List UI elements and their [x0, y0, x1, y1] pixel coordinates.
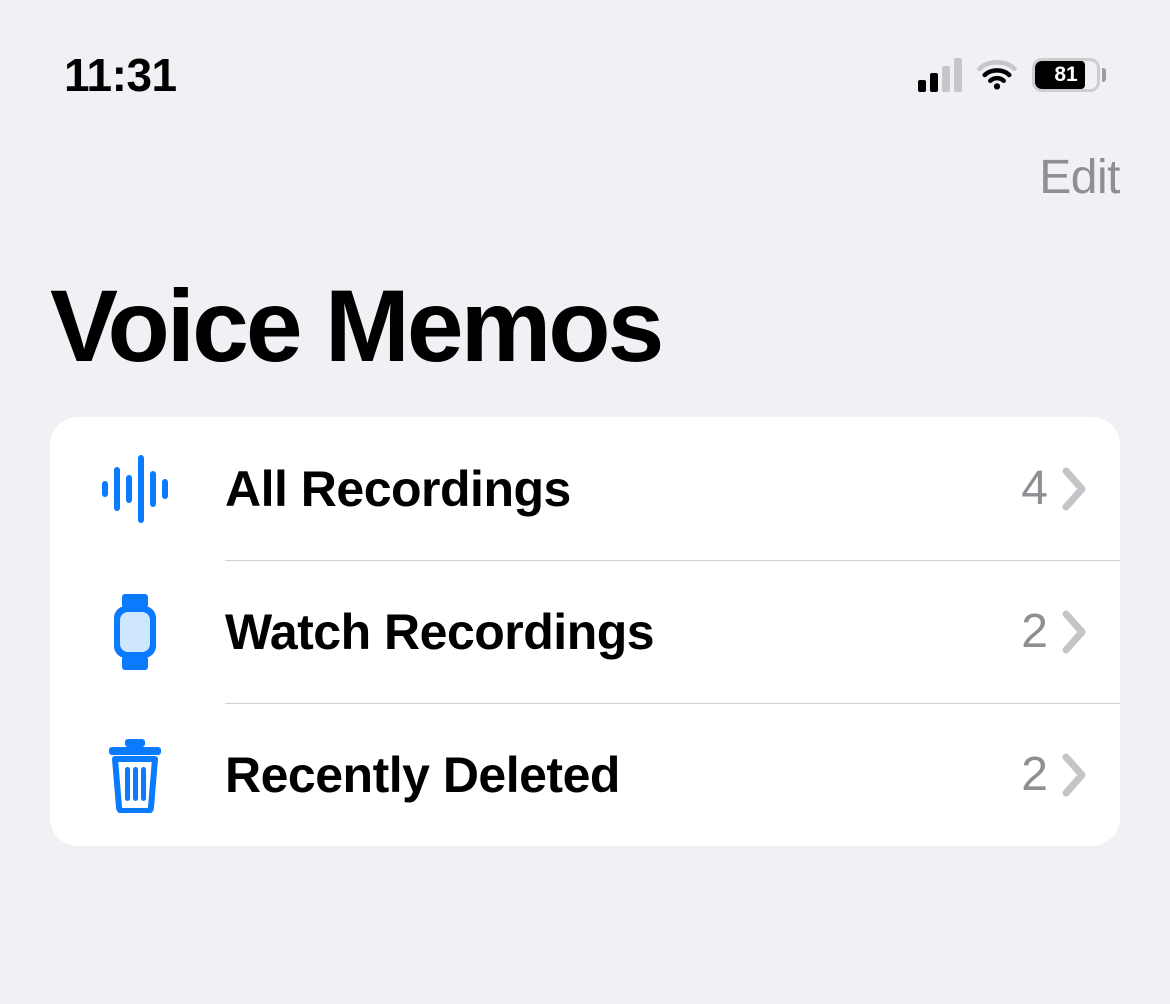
battery-percent: 81 — [1035, 61, 1097, 89]
waveform-icon — [90, 453, 180, 525]
folder-all-recordings[interactable]: All Recordings 4 — [50, 417, 1120, 560]
folder-watch-recordings[interactable]: Watch Recordings 2 — [50, 560, 1120, 703]
folder-label: All Recordings — [225, 460, 1021, 518]
page-title: Voice Memos — [0, 205, 1170, 407]
folder-recently-deleted[interactable]: Recently Deleted 2 — [50, 703, 1120, 846]
folder-count: 2 — [1021, 604, 1048, 659]
nav-bar: Edit — [0, 110, 1170, 205]
folder-count: 2 — [1021, 747, 1048, 802]
chevron-right-icon — [1060, 467, 1090, 511]
folder-list: All Recordings 4 Watch Recordings 2 — [50, 417, 1120, 846]
battery-indicator: 81 — [1032, 58, 1106, 92]
chevron-right-icon — [1060, 753, 1090, 797]
status-time: 11:31 — [64, 48, 177, 102]
folder-count: 4 — [1021, 461, 1048, 516]
status-bar: 11:31 81 — [0, 0, 1170, 110]
edit-button[interactable]: Edit — [1039, 150, 1120, 205]
folder-label: Watch Recordings — [225, 603, 1021, 661]
folder-label: Recently Deleted — [225, 746, 1021, 804]
cellular-icon — [918, 58, 962, 92]
wifi-icon — [976, 54, 1018, 96]
watch-icon — [90, 592, 180, 672]
chevron-right-icon — [1060, 610, 1090, 654]
trash-icon — [90, 737, 180, 813]
status-indicators: 81 — [918, 54, 1106, 96]
